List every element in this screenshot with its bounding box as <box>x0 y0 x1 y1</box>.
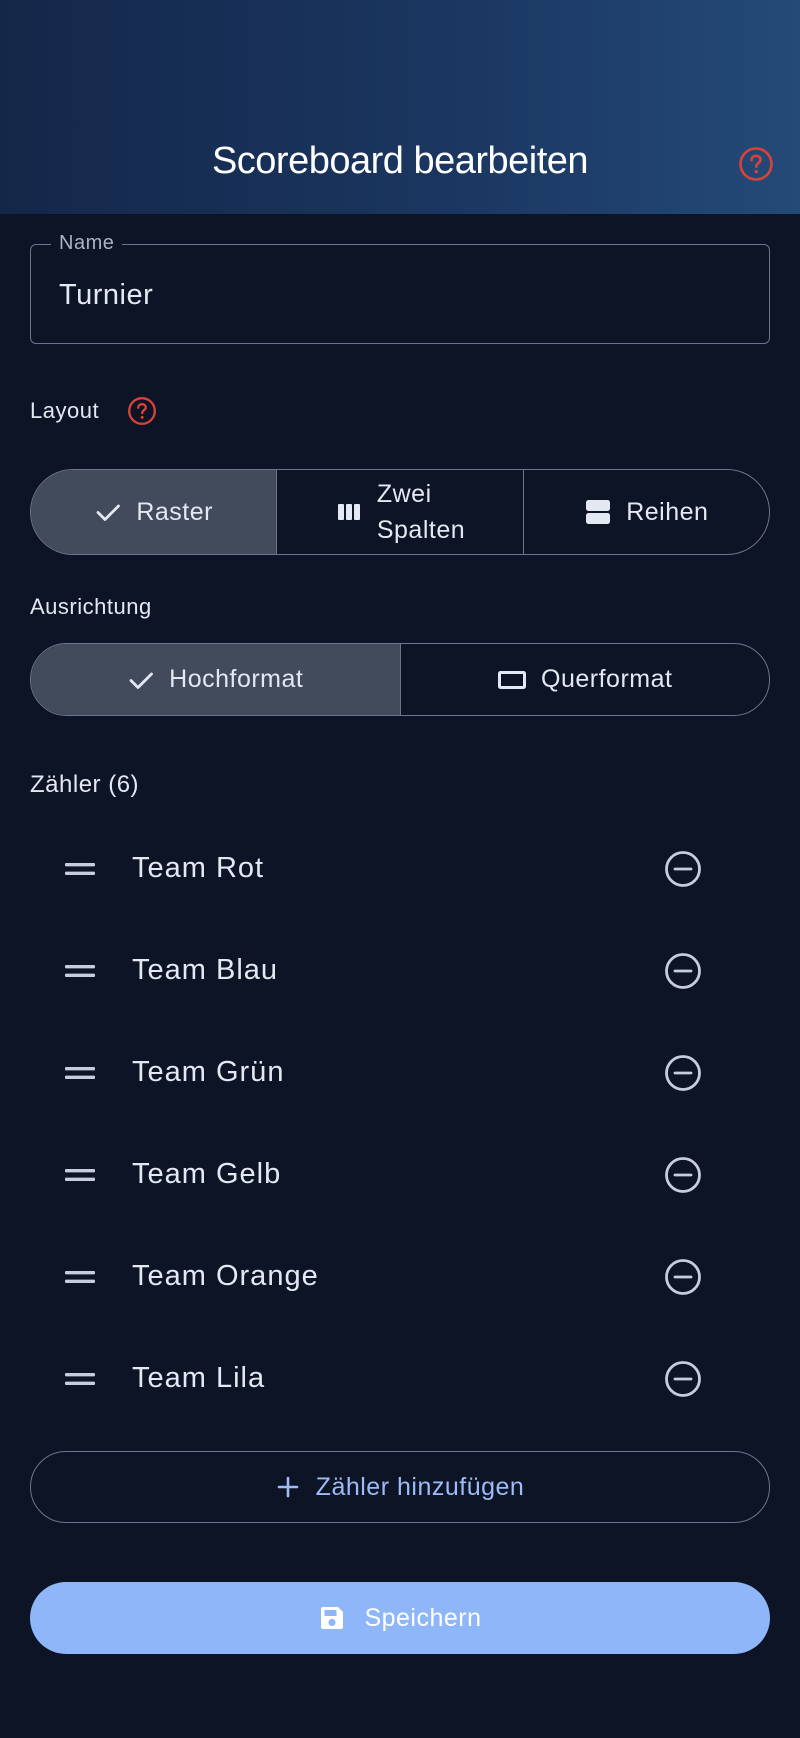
layout-option-two-columns[interactable]: Zwei Spalten <box>277 470 524 554</box>
name-input[interactable] <box>59 275 739 315</box>
remove-circle-icon[interactable] <box>664 952 702 990</box>
name-field-label: Name <box>51 232 123 255</box>
counters-title: Zähler (6) <box>30 771 140 798</box>
counter-label: Team Lila <box>132 1362 266 1394</box>
counter-label: Team Orange <box>132 1260 319 1292</box>
edit-scoreboard-screen: Scoreboard bearbeiten Name Layout Raster <box>0 0 800 1738</box>
remove-circle-icon[interactable] <box>664 1156 702 1194</box>
layout-option-label: Reihen <box>626 497 709 526</box>
layout-option-rows[interactable]: Reihen <box>524 470 769 554</box>
list-item[interactable]: Team Blau <box>0 936 800 1006</box>
remove-circle-icon[interactable] <box>664 1054 702 1092</box>
remove-circle-icon[interactable] <box>664 850 702 888</box>
layout-option-label: Zwei Spalten <box>377 476 465 548</box>
drag-handle-icon[interactable] <box>64 957 96 985</box>
drag-handle-icon[interactable] <box>64 1263 96 1291</box>
columns-icon <box>337 504 360 520</box>
drag-handle-icon[interactable] <box>64 855 96 883</box>
counter-label: Team Rot <box>132 852 265 884</box>
drag-handle-icon[interactable] <box>64 1365 96 1393</box>
plus-icon <box>277 1476 298 1498</box>
counter-label: Team Grün <box>132 1056 285 1088</box>
remove-circle-icon[interactable] <box>664 1258 702 1296</box>
check-icon <box>96 504 121 521</box>
rows-icon <box>586 500 611 524</box>
layout-option-label-line2: Spalten <box>376 516 466 544</box>
drag-handle-icon[interactable] <box>64 1161 96 1189</box>
help-icon[interactable] <box>127 396 157 426</box>
counter-label: Team Gelb <box>132 1158 282 1190</box>
orientation-option-landscape[interactable]: Querformat <box>401 644 770 715</box>
list-item[interactable]: Team Orange <box>0 1242 800 1312</box>
list-item[interactable]: Team Gelb <box>0 1140 800 1210</box>
page-title: Scoreboard bearbeiten <box>211 140 589 182</box>
remove-circle-icon[interactable] <box>664 1360 702 1398</box>
name-field[interactable]: Name <box>30 232 770 344</box>
check-icon <box>129 672 154 689</box>
counter-label: Team Blau <box>132 954 279 986</box>
add-counter-label: Zähler hinzufügen <box>315 1472 525 1501</box>
list-item[interactable]: Team Rot <box>0 834 800 904</box>
layout-option-raster[interactable]: Raster <box>31 470 278 554</box>
orientation-option-label: Querformat <box>541 665 673 693</box>
layout-segmented-control: Raster Zwei Spalten Reihen <box>30 469 770 555</box>
drag-handle-icon[interactable] <box>64 1059 96 1087</box>
list-item[interactable]: Team Lila <box>0 1344 800 1414</box>
save-button[interactable]: Speichern <box>30 1582 770 1654</box>
save-label: Speichern <box>364 1603 482 1632</box>
list-item[interactable]: Team Grün <box>0 1038 800 1108</box>
app-header: Scoreboard bearbeiten <box>0 0 800 214</box>
layout-option-label: Raster <box>136 497 213 526</box>
help-icon[interactable] <box>738 146 774 182</box>
layout-label: Layout <box>30 398 100 423</box>
landscape-icon <box>498 670 527 689</box>
orientation-label: Ausrichtung <box>30 594 152 619</box>
save-icon <box>321 1607 344 1629</box>
add-counter-button[interactable]: Zähler hinzufügen <box>30 1451 770 1523</box>
orientation-option-label: Hochformat <box>169 665 304 693</box>
orientation-option-portrait[interactable]: Hochformat <box>31 644 401 715</box>
orientation-segmented-control: Hochformat Querformat <box>30 643 770 716</box>
layout-option-label-line1: Zwei <box>376 480 432 508</box>
